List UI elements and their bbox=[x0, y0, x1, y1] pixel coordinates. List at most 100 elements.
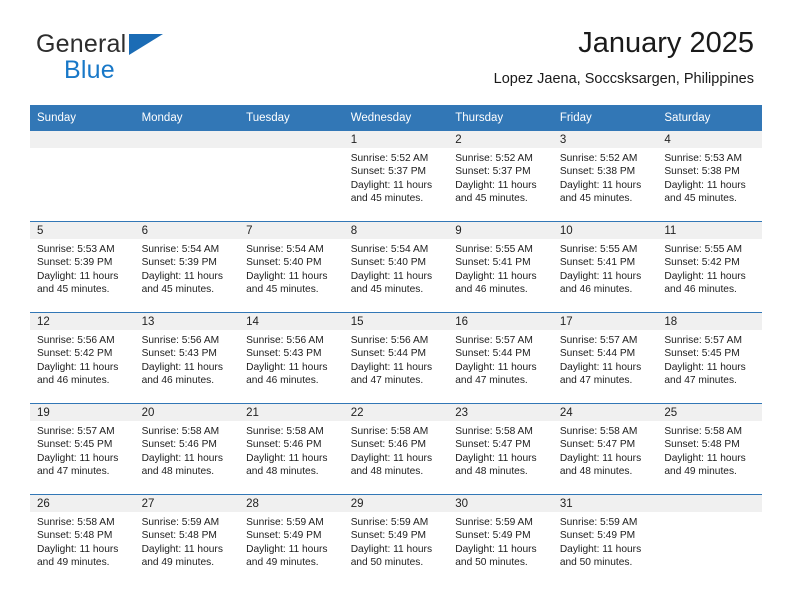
day-detail-line: and 48 minutes. bbox=[246, 466, 319, 478]
day-number: 25 bbox=[657, 404, 762, 421]
day-number: 22 bbox=[343, 404, 449, 421]
day-cell-29[interactable]: 29 Sunrise: 5:59 AM Sunset: 5:49 PM Dayligh… bbox=[343, 495, 449, 586]
day-number: 15 bbox=[343, 313, 449, 330]
day-detail-line: Sunset: 5:38 PM bbox=[664, 166, 740, 178]
day-detail-line: Sunset: 5:47 PM bbox=[559, 439, 636, 451]
day-cell-10[interactable]: 10 Sunrise: 5:55 AM Sunset: 5:41 PM Dayligh… bbox=[552, 221, 658, 313]
day-detail-line: and 47 minutes. bbox=[37, 466, 110, 478]
day-details: Sunrise: 5:52 AM Sunset: 5:38 PM Daylight:… bbox=[553, 148, 658, 206]
day-number: 16 bbox=[448, 313, 553, 330]
day-cell-20[interactable]: 20 Sunrise: 5:58 AM Sunset: 5:46 PM Dayligh… bbox=[134, 403, 240, 495]
day-details: Sunrise: 5:58 AM Sunset: 5:46 PM Daylight:… bbox=[344, 421, 449, 479]
day-cell-2[interactable]: 2 Sunrise: 5:52 AM Sunset: 5:37 PM Daylight… bbox=[448, 131, 553, 222]
day-details: Sunrise: 5:55 AM Sunset: 5:41 PM Daylight:… bbox=[553, 239, 658, 297]
day-detail-line: Daylight: 11 hours bbox=[246, 270, 328, 282]
day-detail-line: Daylight: 11 hours bbox=[37, 543, 119, 555]
day-cell-30[interactable]: 30 Sunrise: 5:59 AM Sunset: 5:49 PM Dayligh… bbox=[448, 495, 553, 586]
day-details: Sunrise: 5:54 AM Sunset: 5:40 PM Daylight:… bbox=[239, 239, 344, 297]
day-detail-line: Sunset: 5:42 PM bbox=[664, 257, 740, 269]
day-cell-4[interactable]: 4 Sunrise: 5:53 AM Sunset: 5:38 PM Daylight… bbox=[657, 131, 762, 222]
day-cell-6[interactable]: 6 Sunrise: 5:54 AM Sunset: 5:39 PM Daylight… bbox=[134, 221, 240, 313]
day-detail-line: Sunset: 5:46 PM bbox=[141, 439, 217, 451]
day-detail-line: and 48 minutes. bbox=[141, 466, 215, 478]
day-detail-line: Sunrise: 5:54 AM bbox=[246, 244, 324, 255]
day-detail-line: Sunrise: 5:58 AM bbox=[141, 426, 220, 437]
day-detail-line: Daylight: 11 hours bbox=[350, 361, 433, 373]
day-detail-line: Sunset: 5:49 PM bbox=[350, 530, 427, 542]
page-subtitle: Lopez Jaena, Soccsksargen, Philippines bbox=[493, 70, 754, 87]
day-number: 12 bbox=[30, 313, 135, 330]
day-cell-24[interactable]: 24 Sunrise: 5:58 AM Sunset: 5:47 PM Dayligh… bbox=[552, 403, 658, 495]
day-cell-15[interactable]: 15 Sunrise: 5:56 AM Sunset: 5:44 PM Dayligh… bbox=[343, 312, 449, 404]
day-details bbox=[239, 148, 344, 152]
day-cell-12[interactable]: 12 Sunrise: 5:56 AM Sunset: 5:42 PM Dayligh… bbox=[30, 312, 135, 404]
day-detail-line: Sunrise: 5:56 AM bbox=[37, 335, 115, 346]
day-cell-11[interactable]: 11 Sunrise: 5:55 AM Sunset: 5:42 PM Dayligh… bbox=[657, 221, 762, 313]
day-cell-1[interactable]: 1 Sunrise: 5:52 AM Sunset: 5:37 PM Daylight… bbox=[343, 131, 449, 222]
day-detail-line: Sunset: 5:48 PM bbox=[141, 530, 217, 542]
day-detail-line: Daylight: 11 hours bbox=[141, 361, 223, 373]
day-cell-26[interactable]: 26 Sunrise: 5:58 AM Sunset: 5:48 PM Dayligh… bbox=[30, 495, 135, 586]
day-details bbox=[135, 148, 240, 152]
day-details: Sunrise: 5:56 AM Sunset: 5:42 PM Daylight:… bbox=[30, 330, 135, 388]
day-number: 27 bbox=[134, 495, 240, 512]
day-detail-line: and 45 minutes. bbox=[37, 284, 110, 296]
calendar-body: 1 Sunrise: 5:52 AM Sunset: 5:37 PM Daylight… bbox=[30, 131, 762, 585]
day-cell-23[interactable]: 23 Sunrise: 5:58 AM Sunset: 5:47 PM Dayligh… bbox=[448, 403, 553, 495]
day-cell-16[interactable]: 16 Sunrise: 5:57 AM Sunset: 5:44 PM Dayligh… bbox=[448, 312, 553, 404]
brand-logo[interactable]: General Blue bbox=[36, 32, 256, 88]
day-details bbox=[30, 148, 135, 152]
day-detail-line: Daylight: 11 hours bbox=[455, 270, 537, 282]
day-detail-line: Sunset: 5:37 PM bbox=[455, 166, 531, 178]
day-detail-line: Sunrise: 5:58 AM bbox=[559, 426, 638, 437]
day-detail-line: Daylight: 11 hours bbox=[455, 543, 537, 555]
day-cell-empty bbox=[134, 131, 240, 222]
day-detail-line: Sunrise: 5:57 AM bbox=[559, 335, 638, 346]
day-detail-line: Sunrise: 5:56 AM bbox=[246, 335, 324, 346]
day-detail-line: and 46 minutes. bbox=[141, 375, 215, 387]
day-detail-line: Sunset: 5:49 PM bbox=[246, 530, 322, 542]
day-cell-31[interactable]: 31 Sunrise: 5:59 AM Sunset: 5:49 PM Dayligh… bbox=[552, 495, 658, 586]
day-detail-line: Daylight: 11 hours bbox=[37, 361, 119, 373]
day-number: 28 bbox=[239, 495, 344, 512]
day-cell-8[interactable]: 8 Sunrise: 5:54 AM Sunset: 5:40 PM Daylight… bbox=[343, 221, 449, 313]
day-cell-14[interactable]: 14 Sunrise: 5:56 AM Sunset: 5:43 PM Dayligh… bbox=[239, 312, 344, 404]
day-cell-5[interactable]: 5 Sunrise: 5:53 AM Sunset: 5:39 PM Daylight… bbox=[30, 221, 135, 313]
day-cell-17[interactable]: 17 Sunrise: 5:57 AM Sunset: 5:44 PM Dayligh… bbox=[552, 312, 658, 404]
day-detail-line: Sunset: 5:48 PM bbox=[37, 530, 113, 542]
day-detail-line: Sunset: 5:46 PM bbox=[246, 439, 322, 451]
day-cell-21[interactable]: 21 Sunrise: 5:58 AM Sunset: 5:46 PM Dayligh… bbox=[239, 403, 344, 495]
day-details: Sunrise: 5:59 AM Sunset: 5:48 PM Daylight:… bbox=[135, 512, 240, 570]
day-detail-line: Sunset: 5:45 PM bbox=[37, 439, 113, 451]
day-cell-27[interactable]: 27 Sunrise: 5:59 AM Sunset: 5:48 PM Dayligh… bbox=[134, 495, 240, 586]
day-details: Sunrise: 5:54 AM Sunset: 5:39 PM Daylight:… bbox=[135, 239, 240, 297]
day-cell-9[interactable]: 9 Sunrise: 5:55 AM Sunset: 5:41 PM Daylight… bbox=[448, 221, 553, 313]
day-cell-3[interactable]: 3 Sunrise: 5:52 AM Sunset: 5:38 PM Daylight… bbox=[552, 131, 658, 222]
day-detail-line: Sunset: 5:37 PM bbox=[350, 166, 427, 178]
day-detail-line: and 48 minutes. bbox=[350, 466, 424, 478]
day-detail-line: Sunrise: 5:52 AM bbox=[350, 153, 429, 164]
day-details: Sunrise: 5:58 AM Sunset: 5:47 PM Daylight:… bbox=[448, 421, 553, 479]
day-details: Sunrise: 5:54 AM Sunset: 5:40 PM Daylight:… bbox=[344, 239, 449, 297]
calendar-week-row: 1 Sunrise: 5:52 AM Sunset: 5:37 PM Daylight… bbox=[30, 131, 762, 222]
day-detail-line: Daylight: 11 hours bbox=[559, 361, 642, 373]
day-number: 23 bbox=[448, 404, 553, 421]
day-detail-line: and 50 minutes. bbox=[455, 557, 528, 569]
day-detail-line: Sunset: 5:44 PM bbox=[455, 348, 531, 360]
day-cell-18[interactable]: 18 Sunrise: 5:57 AM Sunset: 5:45 PM Dayligh… bbox=[657, 312, 762, 404]
day-cell-empty bbox=[30, 131, 135, 222]
day-cell-7[interactable]: 7 Sunrise: 5:54 AM Sunset: 5:40 PM Daylight… bbox=[239, 221, 344, 313]
day-cell-25[interactable]: 25 Sunrise: 5:58 AM Sunset: 5:48 PM Dayligh… bbox=[657, 403, 762, 495]
day-details: Sunrise: 5:55 AM Sunset: 5:41 PM Daylight:… bbox=[448, 239, 553, 297]
day-detail-line: and 45 minutes. bbox=[246, 284, 319, 296]
day-cell-13[interactable]: 13 Sunrise: 5:56 AM Sunset: 5:43 PM Dayligh… bbox=[134, 312, 240, 404]
day-number: 9 bbox=[448, 222, 553, 239]
day-cell-19[interactable]: 19 Sunrise: 5:57 AM Sunset: 5:45 PM Dayligh… bbox=[30, 403, 135, 495]
day-detail-line: Sunrise: 5:55 AM bbox=[664, 244, 742, 255]
day-number: 7 bbox=[239, 222, 344, 239]
day-cell-28[interactable]: 28 Sunrise: 5:59 AM Sunset: 5:49 PM Dayligh… bbox=[239, 495, 344, 586]
day-detail-line: Daylight: 11 hours bbox=[559, 543, 642, 555]
day-cell-22[interactable]: 22 Sunrise: 5:58 AM Sunset: 5:46 PM Dayligh… bbox=[343, 403, 449, 495]
day-detail-line: and 48 minutes. bbox=[559, 466, 633, 478]
day-detail-line: and 48 minutes. bbox=[455, 466, 528, 478]
